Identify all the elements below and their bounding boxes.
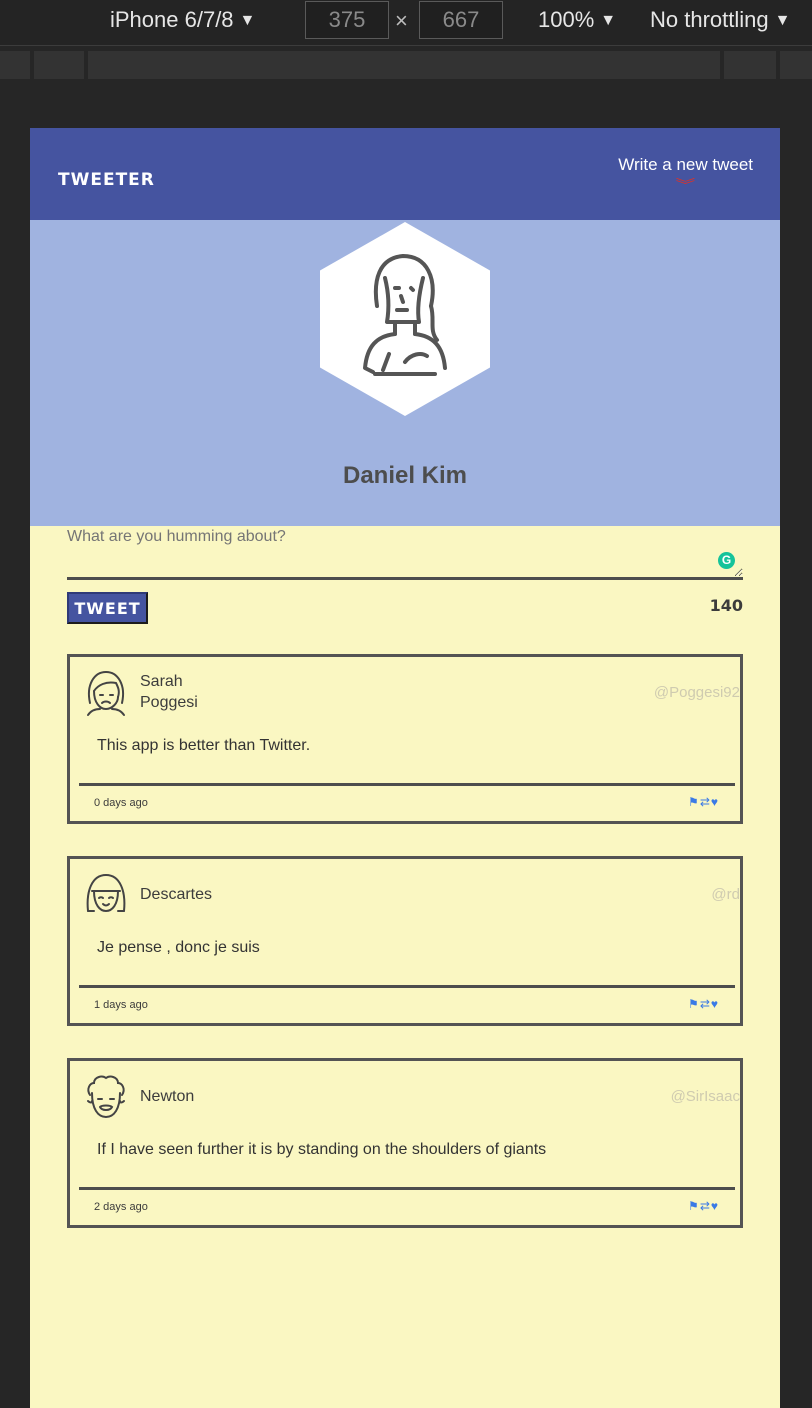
devtools-toolbar: iPhone 6/7/8 ▼ 375 × 667 100% ▼ No throttl… [0, 0, 812, 46]
double-chevron-down-icon: ︾ [675, 177, 696, 193]
tweet-card: Descartes @rd Je pense , donc je suis 1 … [67, 856, 743, 1026]
tweet-composer: G TWEET 140 [67, 526, 743, 624]
tweet-textarea[interactable] [67, 526, 743, 580]
times-icon: × [395, 8, 408, 33]
curly-hair-man-avatar-icon [87, 1075, 125, 1119]
tweet-handle: @Poggesi92 [653, 684, 740, 701]
character-counter: 140 [709, 596, 743, 615]
media-query-segment[interactable] [88, 51, 720, 79]
zoom-selector[interactable]: 100% ▼ [538, 6, 616, 37]
grammarly-icon[interactable]: G [718, 552, 735, 569]
retweet-icon[interactable]: ⇄ [700, 997, 710, 1011]
compose-toggle-button[interactable]: Write a new tweet ︾ [618, 155, 753, 192]
tweet-author-name: Descartes [140, 886, 213, 903]
tweet-divider [79, 1187, 735, 1190]
tweet-list: Sarah Poggesi @Poggesi92 This app is bet… [67, 654, 743, 1260]
throttling-selector[interactable]: No throttling ▼ [650, 6, 790, 37]
tweet-submit-button[interactable]: TWEET [67, 592, 148, 624]
chevron-down-icon: ▼ [239, 12, 256, 29]
throttling-label: No throttling [650, 7, 769, 32]
media-query-segment[interactable] [0, 51, 30, 79]
navbar: TWEETER Write a new tweet ︾ [30, 128, 780, 220]
profile-avatar [320, 222, 490, 416]
tweet-author-name: Sarah Poggesi [140, 671, 198, 713]
media-query-segment[interactable] [724, 51, 776, 79]
tweet-divider [79, 985, 735, 988]
heart-icon[interactable]: ♥ [711, 997, 718, 1011]
profile-header: Daniel Kim [30, 220, 780, 526]
media-query-segment[interactable] [34, 51, 84, 79]
tweet-actions: ⚑ ⇄ ♥ [688, 1199, 718, 1213]
flag-icon[interactable]: ⚑ [688, 997, 699, 1011]
media-query-segment[interactable] [780, 51, 812, 79]
flag-icon[interactable]: ⚑ [688, 1199, 699, 1213]
flag-icon[interactable]: ⚑ [688, 795, 699, 809]
tweet-card: Sarah Poggesi @Poggesi92 This app is bet… [67, 654, 743, 824]
device-viewport: TWEETER Write a new tweet ︾ Daniel Kim W… [30, 128, 780, 1408]
user-avatar-icon [363, 254, 447, 376]
tweet-actions: ⚑ ⇄ ♥ [688, 997, 718, 1011]
tweet-handle: @SirIsaac [670, 1088, 740, 1105]
compose-toggle-label: Write a new tweet [618, 155, 753, 174]
viewport-height-input[interactable]: 667 [419, 1, 503, 39]
brand-logo[interactable]: TWEETER [58, 170, 155, 190]
retweet-icon[interactable]: ⇄ [700, 795, 710, 809]
device-selector[interactable]: iPhone 6/7/8 ▼ [110, 6, 255, 37]
girl-avatar-icon [86, 873, 126, 913]
tweet-content: This app is better than Twitter. [97, 737, 311, 754]
woman-avatar-icon [87, 670, 125, 716]
tweet-actions: ⚑ ⇄ ♥ [688, 795, 718, 809]
zoom-label: 100% [538, 7, 595, 32]
tweet-timestamp: 1 days ago [94, 999, 148, 1011]
heart-icon[interactable]: ♥ [711, 795, 718, 809]
heart-icon[interactable]: ♥ [711, 1199, 718, 1213]
tweet-content: If I have seen further it is by standing… [97, 1141, 547, 1158]
retweet-icon[interactable]: ⇄ [700, 1199, 710, 1213]
tweet-timestamp: 2 days ago [94, 1201, 148, 1213]
tweet-card: Newton @SirIsaac If I have seen further … [67, 1058, 743, 1228]
media-query-bar [0, 47, 812, 83]
tweet-author-name: Newton [140, 1088, 195, 1105]
device-label: iPhone 6/7/8 [110, 7, 234, 32]
chevron-down-icon: ▼ [774, 12, 791, 29]
viewport-width-input[interactable]: 375 [305, 1, 389, 39]
tweet-timestamp: 0 days ago [94, 797, 148, 809]
tweet-author-lastname: Poggesi [140, 694, 198, 711]
chevron-down-icon: ▼ [600, 12, 617, 29]
profile-name: Daniel Kim [342, 462, 468, 489]
tweet-handle: @rd [711, 886, 740, 903]
tweet-divider [79, 783, 735, 786]
tweet-author-firstname: Sarah [140, 673, 183, 690]
tweet-content: Je pense , donc je suis [97, 939, 260, 956]
